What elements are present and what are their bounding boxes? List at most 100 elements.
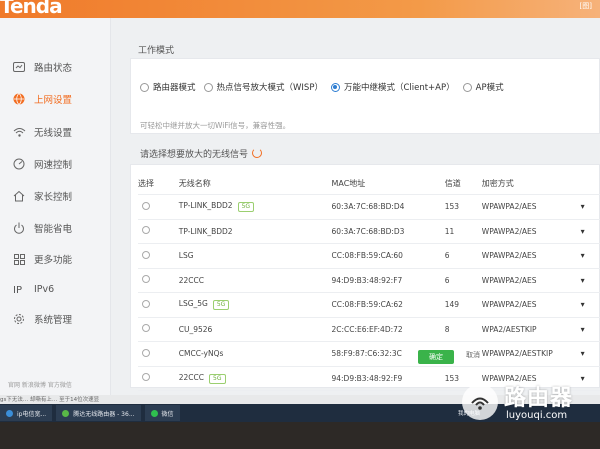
row-radio[interactable]: [142, 348, 150, 357]
band-badge: 5G: [237, 202, 255, 213]
select-cell[interactable]: [138, 218, 179, 244]
radio-button[interactable]: [462, 82, 472, 92]
top-banner: Tenda [图]: [0, 0, 600, 18]
col-select: 选择: [138, 178, 154, 188]
sidebar-item-status[interactable]: 路由状态: [12, 54, 108, 80]
taskbar-item-wechat[interactable]: 微信: [144, 405, 180, 421]
select-cell[interactable]: [138, 243, 179, 268]
taskbar-item-ie[interactable]: ip电信宽...: [0, 405, 53, 421]
mac-cell: 2C:CC:E6:EF:4D:72: [331, 316, 445, 342]
sidebar-item-ipv6[interactable]: IP IPv6: [12, 276, 108, 302]
sidebar-item-more[interactable]: 更多功能: [12, 246, 108, 272]
row-radio[interactable]: [142, 373, 150, 382]
ipv6-icon: IP: [12, 282, 26, 296]
mode-client-ap[interactable]: 万能中继模式（Client+AP）: [330, 81, 455, 93]
mac-cell: 94:D9:B3:48:92:F7: [331, 267, 445, 293]
row-radio[interactable]: [142, 299, 150, 308]
select-cell[interactable]: [138, 341, 179, 366]
grid-icon: [12, 252, 26, 266]
table-row[interactable]: 22CCC 94:D9:B3:48:92:F7 6 WPAWPA2/AES ▾: [138, 267, 600, 293]
mac-cell: 60:3A:7C:68:BD:D3: [331, 218, 445, 244]
table-row[interactable]: LSG_5G 5G CC:08:FB:59:CA:62 149 WPAWPA2/AES ▾: [138, 292, 600, 317]
row-radio[interactable]: [142, 324, 150, 333]
encryption-cell: WPAWPA2/AES: [481, 243, 581, 268]
sidebar-item-label: 系统管理: [34, 315, 73, 326]
encryption-cell: WPAWPA2/AES: [481, 267, 581, 293]
mode-router[interactable]: 路由器模式: [140, 81, 196, 93]
sidebar-item-internet[interactable]: 上网设置: [12, 86, 108, 112]
sidebar-item-wireless[interactable]: 无线设置: [12, 119, 108, 145]
encryption-cell: WPA2/AESTKIP: [481, 316, 581, 342]
ssid-cell: TP-LINK_BDD2: [178, 218, 332, 244]
signal-icon: ▾: [580, 267, 600, 293]
watermark: 路由器 luyouqi.com: [462, 378, 597, 428]
work-mode-hint: 可轻松中继并放大一切WiFi信号，兼容性强。: [140, 121, 291, 130]
encryption-cell: WPAWPA2/AESTKIP: [481, 341, 581, 366]
mode-ap[interactable]: AP模式: [462, 81, 504, 93]
signal-icon: ▾: [580, 194, 600, 219]
router-logo-icon: [462, 384, 498, 420]
signal-icon: ▾: [580, 218, 600, 244]
ok-button[interactable]: 确定: [418, 350, 454, 364]
power-icon: [12, 221, 26, 235]
col-mac: MAC地址: [331, 178, 366, 188]
select-cell[interactable]: [138, 194, 179, 219]
select-cell[interactable]: [138, 267, 179, 293]
row-radio[interactable]: [142, 201, 150, 210]
work-mode-options: 路由器模式 热点信号放大模式（WISP） 万能中继模式（Client+AP） A…: [140, 81, 512, 93]
work-mode-title: 工作模式: [138, 46, 175, 56]
sidebar: 路由状态 上网设置 无线设置 网速控制 家长控制 智能省电 更多功能 IP IP: [0, 18, 111, 398]
top-right-text: [图]: [579, 2, 592, 10]
row-radio[interactable]: [142, 226, 150, 235]
col-ssid: 无线名称: [178, 178, 211, 188]
channel-cell: 11: [444, 218, 482, 244]
taskbar-item-router[interactable]: 腾达无线路由器 - 36...: [56, 405, 141, 421]
table-row[interactable]: CU_9526 2C:CC:E6:EF:4D:72 8 WPA2/AESTKIP ▾: [138, 316, 600, 342]
signal-icon: ▾: [580, 341, 600, 366]
signal-icon: ▾: [580, 316, 600, 342]
ssid-cell: CU_9526: [178, 316, 332, 342]
sidebar-item-parental[interactable]: 家长控制: [12, 183, 108, 209]
sidebar-item-label: 路由状态: [34, 63, 73, 74]
select-cell[interactable]: [138, 316, 179, 342]
ssid-cell: TP-LINK_BDD2 5G: [178, 194, 332, 219]
sidebar-item-label: 上网设置: [34, 95, 73, 106]
channel-cell: 149: [444, 292, 482, 317]
browser-icon: [6, 409, 13, 417]
cancel-button[interactable]: 取消: [466, 350, 480, 360]
band-badge: 5G: [209, 373, 226, 384]
table-row[interactable]: TP-LINK_BDD2 60:3A:7C:68:BD:D3 11 WPAWPA2/A…: [138, 218, 600, 244]
sidebar-item-speed[interactable]: 网速控制: [12, 151, 108, 177]
mac-cell: CC:08:FB:59:CA:60: [331, 243, 445, 268]
radio-button-selected[interactable]: [330, 82, 340, 92]
scan-title: 请选择想要放大的无线信号: [140, 147, 263, 160]
sidebar-item-system[interactable]: 系统管理: [12, 306, 108, 332]
row-radio[interactable]: [142, 250, 150, 259]
channel-cell: 6: [444, 243, 482, 268]
wifi-icon: [12, 125, 26, 139]
watermark-url: luyouqi.com: [506, 410, 568, 421]
table-row[interactable]: CMCC-yNQs58:F9:87:C6:32:3C2WPAWPA2/AESTK…: [138, 341, 600, 366]
refresh-icon[interactable]: [252, 148, 263, 158]
table-row[interactable]: LSG CC:08:FB:59:CA:60 6 WPAWPA2/AES ▾: [138, 243, 600, 268]
status-icon: [12, 60, 26, 74]
select-cell[interactable]: [138, 365, 179, 391]
mode-wisp[interactable]: 热点信号放大模式（WISP）: [203, 81, 323, 93]
router-admin-screen: Tenda [图] 路由状态 上网设置 无线设置 网速控制 家长控制 智能省电: [0, 0, 600, 449]
house-icon: [12, 189, 26, 203]
row-radio[interactable]: [142, 275, 150, 284]
sidebar-item-power[interactable]: 智能省电: [12, 215, 108, 241]
sidebar-item-label: 智能省电: [34, 224, 73, 235]
signal-icon: ▾: [580, 243, 600, 268]
channel-cell: 153: [444, 194, 482, 219]
sidebar-footer: 官网 新浪微博 官方微信: [8, 382, 72, 389]
wechat-icon: [150, 409, 158, 417]
radio-button[interactable]: [140, 82, 149, 92]
select-cell[interactable]: [138, 292, 179, 317]
table-row[interactable]: TP-LINK_BDD2 5G 60:3A:7C:68:BD:D4 153 WPAWPA…: [138, 194, 600, 219]
signal-icon: ▾: [580, 292, 600, 317]
encryption-cell: WPAWPA2/AES: [481, 194, 581, 219]
col-encryption: 加密方式: [481, 178, 514, 188]
radio-button[interactable]: [203, 82, 213, 92]
gear-icon: [12, 312, 26, 326]
